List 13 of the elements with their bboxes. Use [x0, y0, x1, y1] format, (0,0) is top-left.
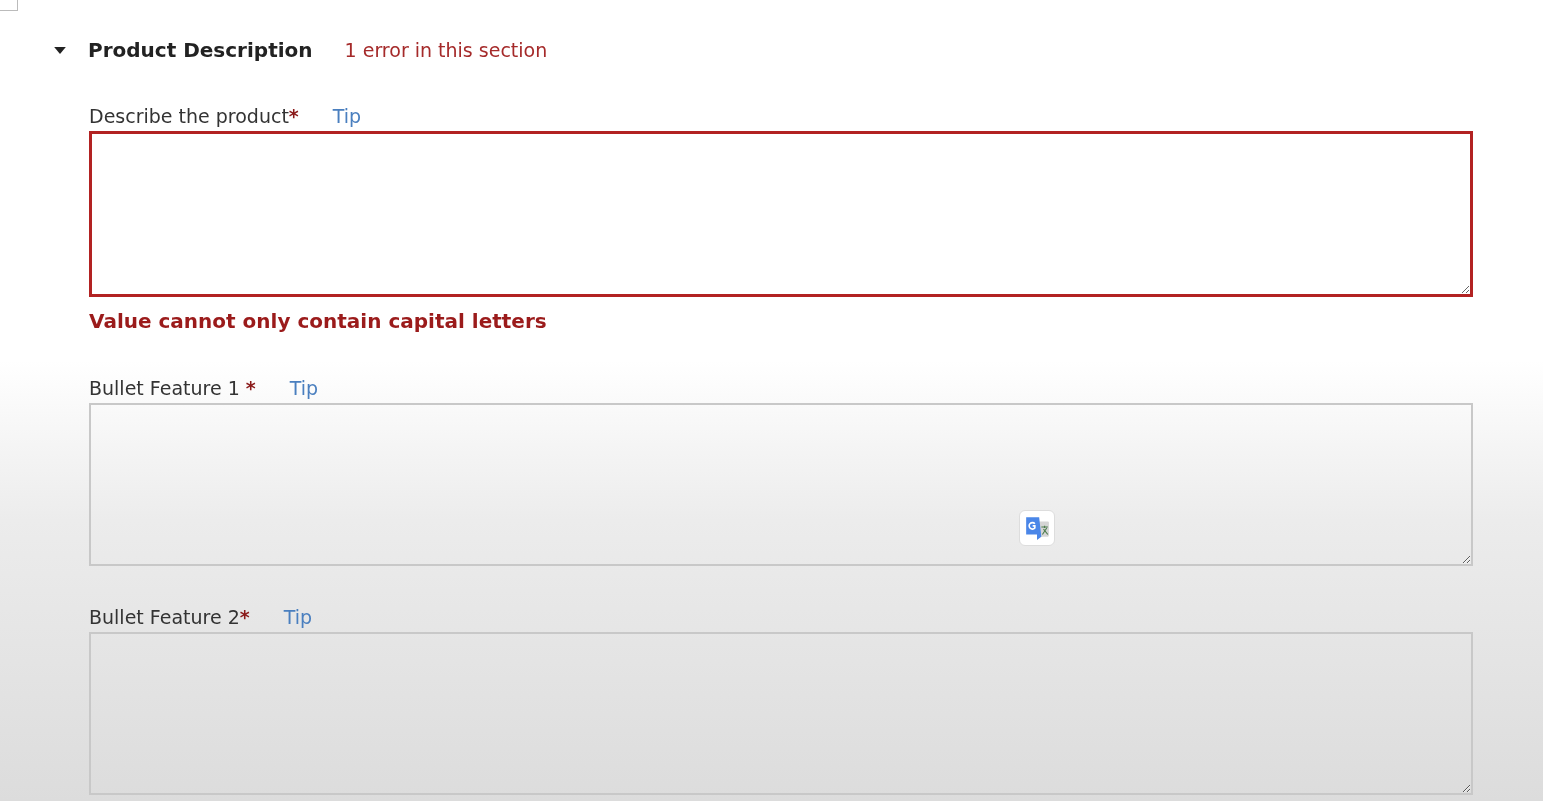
tip-link[interactable]: Tip: [289, 377, 319, 399]
error-summary: 1 error in this section: [344, 39, 548, 61]
translate-icon[interactable]: [1019, 510, 1055, 546]
field-label: Bullet Feature 1 *: [89, 377, 256, 399]
error-message: Value cannot only contain capital letters: [89, 309, 548, 333]
tip-link[interactable]: Tip: [332, 105, 362, 127]
field-label: Bullet Feature 2*: [89, 606, 250, 628]
tip-link[interactable]: Tip: [283, 606, 313, 628]
caret-icon[interactable]: [54, 46, 66, 54]
text-area[interactable]: [89, 131, 1473, 297]
panel-corner: [0, 0, 18, 11]
section-title: Product Description: [88, 38, 313, 62]
field-label: Describe the product*: [89, 105, 299, 127]
